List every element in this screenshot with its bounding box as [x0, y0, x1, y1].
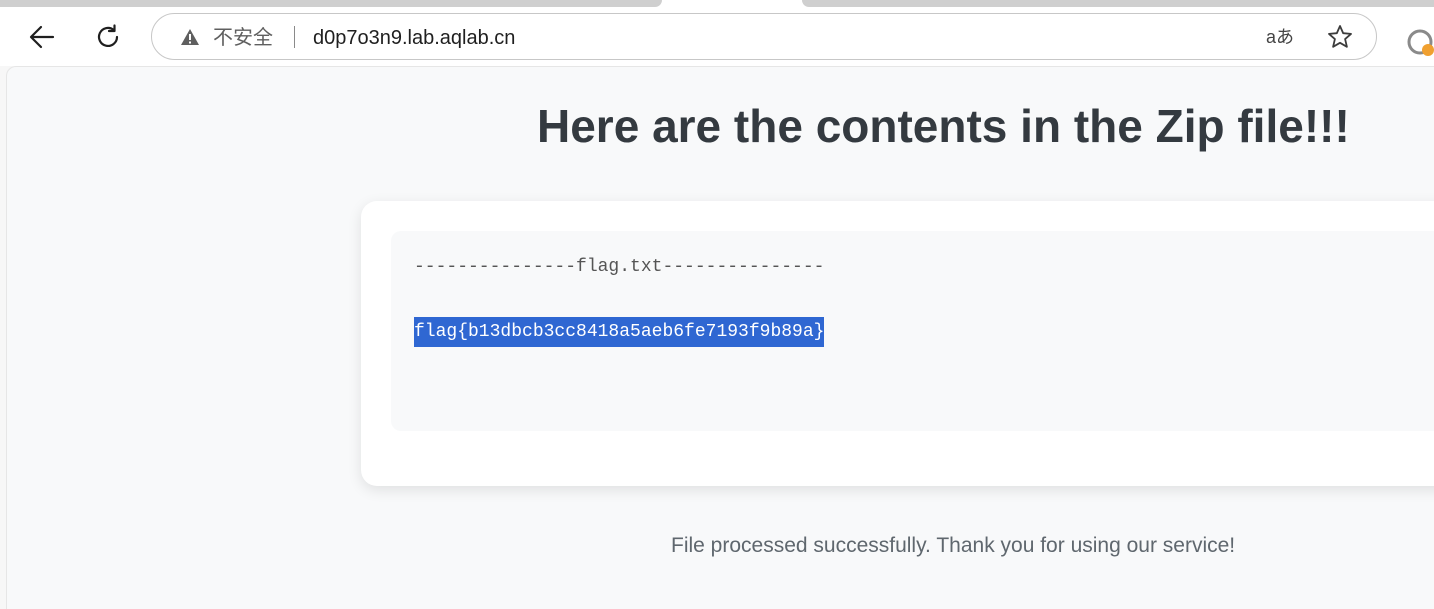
omnibox-divider — [294, 26, 295, 48]
inactive-tab-right[interactable] — [802, 0, 1434, 7]
back-arrow-icon — [29, 25, 55, 49]
url-text[interactable]: d0p7o3n9.lab.aqlab.cn — [313, 26, 515, 50]
inactive-tab-left[interactable] — [0, 0, 662, 7]
reload-icon — [97, 24, 119, 48]
profile-icon[interactable] — [1406, 28, 1434, 56]
security-status-label[interactable]: 不安全 — [213, 25, 273, 49]
star-icon[interactable] — [1326, 23, 1354, 51]
reload-button[interactable] — [93, 22, 123, 52]
back-button[interactable] — [27, 22, 57, 52]
browser-toolbar: 不安全 d0p7o3n9.lab.aqlab.cn aあ — [0, 8, 1434, 66]
flag-content-selected[interactable]: flag{b13dbcb3cc8418a5aeb6fe7193f9b89a} — [414, 317, 825, 347]
page-content: Here are the contents in the Zip file!!!… — [6, 66, 1434, 609]
translate-icon[interactable]: aあ — [1266, 25, 1294, 49]
page-title: Here are the contents in the Zip file!!! — [537, 100, 1350, 152]
address-bar[interactable]: 不安全 d0p7o3n9.lab.aqlab.cn aあ — [151, 13, 1377, 60]
file-contents-box: ---------------flag.txt--------------- f… — [391, 231, 1434, 431]
warning-icon[interactable] — [180, 28, 200, 46]
file-name-header: ---------------flag.txt--------------- — [414, 257, 825, 277]
status-message: File processed successfully. Thank you f… — [671, 534, 1236, 557]
tab-strip — [0, 0, 1434, 8]
result-card: ---------------flag.txt--------------- f… — [361, 201, 1434, 486]
